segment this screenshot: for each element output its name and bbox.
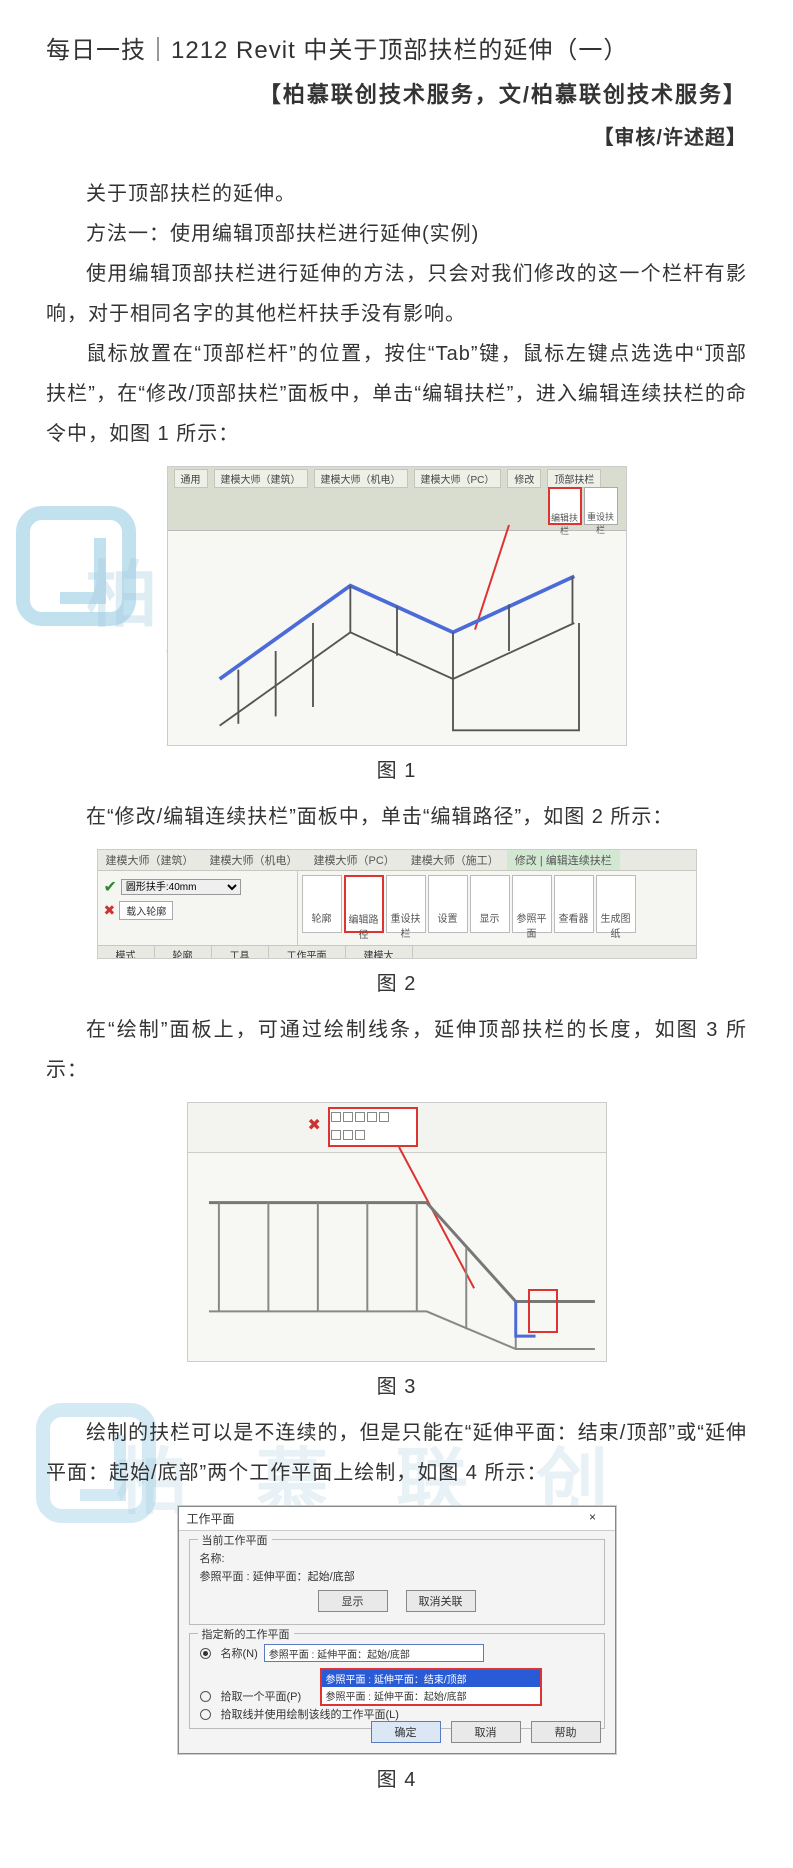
paragraph: 在“修改/编辑连续扶栏”面板中，单击“编辑路径”，如图 2 所示： — [46, 797, 747, 837]
show-button[interactable]: 显示 — [318, 1590, 388, 1612]
radio-line-label: 拾取线并使用绘制该线的工作平面(L) — [221, 1706, 399, 1722]
group-title: 当前工作平面 — [198, 1532, 272, 1548]
fig2-foot-label: 轮廓 — [155, 946, 212, 959]
ok-button[interactable]: 确定 — [371, 1721, 441, 1743]
plane-select[interactable]: 参照平面 : 延伸平面：起始/底部 — [264, 1644, 484, 1662]
figure-1: 通用 建模大师（建筑） 建模大师（机电） 建模大师（PC） 修改 顶部扶栏 编辑… — [167, 466, 627, 746]
help-button[interactable]: 帮助 — [531, 1721, 601, 1743]
paragraph: 鼠标放置在“顶部栏杆”的位置，按住“Tab”键，鼠标左键点选选中“顶部扶栏”，在… — [46, 334, 747, 454]
plane-dropdown[interactable]: 参照平面 : 延伸平面：结束/顶部 参照平面 : 延伸平面：起始/底部 — [320, 1668, 542, 1706]
fig2-sheet-button[interactable]: 生成图纸 — [596, 875, 636, 933]
figure-4: 工作平面 × 当前工作平面 名称: 参照平面 : 延伸平面：起始/底部 显示 取… — [177, 1505, 617, 1755]
fig2-foot-label: 工具 — [212, 946, 269, 959]
article-subtitle: 【柏慕联创技术服务，文/柏慕联创技术服务】 — [46, 77, 747, 109]
dropdown-option[interactable]: 参照平面 : 延伸平面：结束/顶部 — [322, 1670, 540, 1687]
dialog-title: 工作平面 — [187, 1510, 235, 1527]
fig2-tab-active[interactable]: 修改 | 编辑连续扶栏 — [507, 850, 620, 870]
radio-line[interactable] — [200, 1709, 211, 1720]
fig2-profile-select[interactable]: 圆形扶手:40mm — [121, 879, 241, 895]
figure-2-caption: 图 2 — [46, 967, 747, 996]
paragraph: 关于顶部扶栏的延伸。 — [46, 174, 747, 214]
fig2-ref-button[interactable]: 参照平面 — [512, 875, 552, 933]
fig2-foot-label: 建模大 — [346, 946, 413, 959]
fig2-foot-label: 工作平面 — [269, 946, 346, 959]
fig2-show-button[interactable]: 显示 — [470, 875, 510, 933]
figure-1-caption: 图 1 — [46, 754, 747, 783]
work-plane-dialog: 工作平面 × 当前工作平面 名称: 参照平面 : 延伸平面：起始/底部 显示 取… — [178, 1506, 616, 1754]
fig1-reset-rail-button[interactable]: 重设扶栏 — [584, 487, 618, 525]
fig2-mode-panel: ✔ 圆形扶手:40mm ✖ 载入轮廓 — [98, 871, 298, 945]
radio-name[interactable] — [200, 1648, 211, 1659]
close-icon[interactable]: ✖ — [104, 902, 116, 919]
fig1-tab[interactable]: 修改 — [507, 469, 541, 488]
fig2-tab[interactable]: 建模大师（建筑） — [98, 850, 202, 870]
name-label: 名称: — [200, 1550, 225, 1566]
fig2-settings-button[interactable]: 设置 — [428, 875, 468, 933]
radio-name-label: 名称(N) — [221, 1645, 258, 1661]
cancel-icon[interactable]: ✖ — [308, 1115, 321, 1135]
current-plane-value: 参照平面 : 延伸平面：起始/底部 — [200, 1568, 355, 1584]
paragraph: 方法一：使用编辑顶部扶栏进行延伸(实例) — [46, 214, 747, 254]
radio-pick-label: 拾取一个平面(P) — [221, 1688, 302, 1704]
figure-3-caption: 图 3 — [46, 1370, 747, 1399]
fig1-tab[interactable]: 通用 — [174, 469, 208, 488]
fig3-extension-highlight — [528, 1289, 558, 1333]
figure-3: ✖ — [187, 1102, 607, 1362]
fig2-foot-label: 模式 — [98, 946, 155, 959]
fig2-tab[interactable]: 建模大师（施工） — [403, 850, 507, 870]
fig1-tab[interactable]: 顶部扶栏 — [547, 469, 601, 488]
fig1-tab[interactable]: 建模大师（PC） — [414, 469, 502, 488]
figure-4-caption: 图 4 — [46, 1763, 747, 1792]
fig3-ribbon: ✖ — [188, 1103, 606, 1153]
article-reviewer: 【审核/许述超】 — [46, 121, 747, 150]
new-plane-group: 指定新的工作平面 名称(N) 参照平面 : 延伸平面：起始/底部 参照平面 : … — [189, 1633, 605, 1729]
watermark-logo-icon — [16, 506, 136, 626]
fig2-panel-labels: 模式 轮廓 工具 工作平面 建模大 — [98, 945, 696, 959]
watermark-region-2: 柏 慕 联 创 www.lcbim.com 绘制的扶栏可以是不连续的，但是只能在… — [46, 1413, 747, 1755]
figure-2: 建模大师（建筑） 建模大师（机电） 建模大师（PC） 建模大师（施工） 修改 |… — [97, 849, 697, 959]
fig2-tab[interactable]: 建模大师（PC） — [306, 850, 403, 870]
fig3-draw-tools-highlight[interactable] — [328, 1107, 418, 1147]
fig2-edit-path-button[interactable]: 编辑路径 — [344, 875, 384, 933]
radio-pick[interactable] — [200, 1691, 211, 1702]
fig1-tab[interactable]: 建模大师（建筑） — [214, 469, 308, 488]
fig2-viewer-button[interactable]: 查看器 — [554, 875, 594, 933]
figure-1-wrapper: 柏 慕 联 创 www.lcbim.com 通用 建模大师（建筑） 建模大师（机… — [46, 466, 747, 746]
fig2-reset-button[interactable]: 重设扶栏 — [386, 875, 426, 933]
fig1-railing-3d — [198, 567, 596, 735]
check-icon[interactable]: ✔ — [104, 877, 117, 897]
fig1-ribbon: 通用 建模大师（建筑） 建模大师（机电） 建模大师（PC） 修改 顶部扶栏 编辑… — [168, 467, 626, 531]
dissociate-button[interactable]: 取消关联 — [406, 1590, 476, 1612]
cancel-button[interactable]: 取消 — [451, 1721, 521, 1743]
fig2-load-profile-button[interactable]: 载入轮廓 — [119, 901, 173, 920]
article-title: 每日一技｜1212 Revit 中关于顶部扶栏的延伸（一） — [46, 30, 747, 65]
current-plane-group: 当前工作平面 名称: 参照平面 : 延伸平面：起始/底部 显示 取消关联 — [189, 1539, 605, 1625]
paragraph: 使用编辑顶部扶栏进行延伸的方法，只会对我们修改的这一个栏杆有影响，对于相同名字的… — [46, 254, 747, 334]
paragraph: 绘制的扶栏可以是不连续的，但是只能在“延伸平面：结束/顶部”或“延伸平面：起始/… — [46, 1413, 747, 1493]
paragraph: 在“绘制”面板上，可通过绘制线条，延伸顶部扶栏的长度，如图 3 所示： — [46, 1010, 747, 1090]
dropdown-option[interactable]: 参照平面 : 延伸平面：起始/底部 — [322, 1687, 540, 1704]
fig2-tab[interactable]: 建模大师（机电） — [202, 850, 306, 870]
fig2-profile-button[interactable]: 轮廓 — [302, 875, 342, 933]
fig2-tabs: 建模大师（建筑） 建模大师（机电） 建模大师（PC） 建模大师（施工） 修改 |… — [98, 850, 696, 871]
fig1-edit-rail-button[interactable]: 编辑扶栏 — [548, 487, 582, 525]
dialog-close-button[interactable]: × — [579, 1510, 607, 1527]
fig1-tab[interactable]: 建模大师（机电） — [314, 469, 408, 488]
group-title: 指定新的工作平面 — [198, 1626, 294, 1642]
